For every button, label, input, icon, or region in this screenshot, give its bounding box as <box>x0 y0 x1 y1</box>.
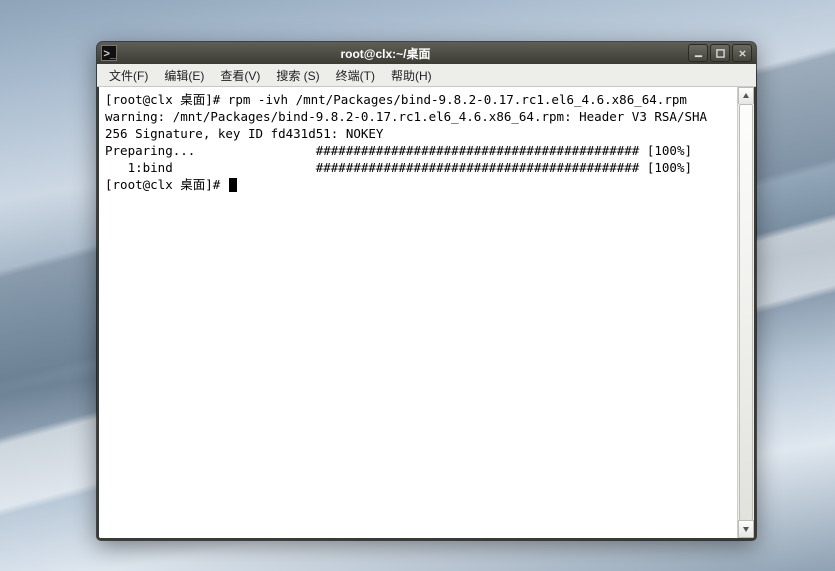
terminal-line: [root@clx 桌面]# rpm -ivh /mnt/Packages/bi… <box>105 92 687 107</box>
terminal-output[interactable]: [root@clx 桌面]# rpm -ivh /mnt/Packages/bi… <box>99 87 737 538</box>
menu-help[interactable]: 帮助(H) <box>383 65 440 86</box>
desktop-background: >_ root@clx:~/桌面 文件(F) 编辑(E) 查看(V) 搜索 (S… <box>0 0 835 571</box>
window-title: root@clx:~/桌面 <box>83 45 688 62</box>
terminal-line: Preparing... ###########################… <box>105 143 692 158</box>
menu-edit[interactable]: 编辑(E) <box>156 65 212 86</box>
terminal-line: warning: /mnt/Packages/bind-9.8.2-0.17.r… <box>105 109 707 124</box>
cursor <box>229 178 237 192</box>
scrollbar-thumb[interactable] <box>739 104 753 521</box>
scroll-down-button[interactable] <box>738 520 754 538</box>
minimize-button[interactable] <box>688 44 708 62</box>
menubar: 文件(F) 编辑(E) 查看(V) 搜索 (S) 终端(T) 帮助(H) <box>97 64 756 87</box>
menu-file[interactable]: 文件(F) <box>101 65 156 86</box>
terminal-line: 256 Signature, key ID fd431d51: NOKEY <box>105 126 383 141</box>
menu-search[interactable]: 搜索 (S) <box>268 65 327 86</box>
scroll-up-button[interactable] <box>738 87 754 105</box>
terminal-line: 1:bind #################################… <box>105 160 692 175</box>
menu-terminal[interactable]: 终端(T) <box>328 65 383 86</box>
terminal-window: >_ root@clx:~/桌面 文件(F) 编辑(E) 查看(V) 搜索 (S… <box>97 42 756 540</box>
scrollbar-track[interactable] <box>738 104 754 521</box>
maximize-button[interactable] <box>710 44 730 62</box>
terminal-prompt: [root@clx 桌面]# <box>105 177 228 192</box>
terminal-area: [root@clx 桌面]# rpm -ivh /mnt/Packages/bi… <box>97 87 756 540</box>
menu-view[interactable]: 查看(V) <box>212 65 268 86</box>
scrollbar[interactable] <box>737 87 754 538</box>
close-button[interactable] <box>732 44 752 62</box>
window-controls <box>688 44 752 62</box>
titlebar[interactable]: >_ root@clx:~/桌面 <box>97 42 756 64</box>
